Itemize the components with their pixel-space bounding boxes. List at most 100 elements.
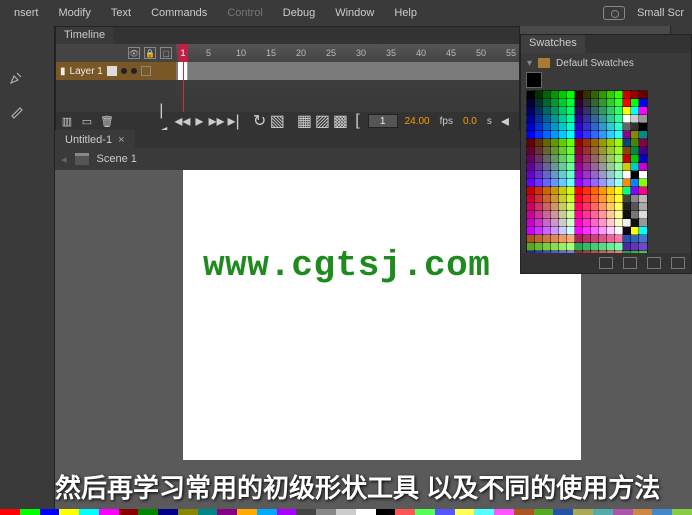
swatch-cell[interactable] bbox=[607, 163, 615, 171]
swatch-cell[interactable] bbox=[535, 243, 543, 251]
swatch-cell[interactable] bbox=[567, 115, 575, 123]
edit-frames-icon[interactable]: ▩ bbox=[333, 114, 347, 128]
swatch-cell[interactable] bbox=[599, 123, 607, 131]
swatch-cell[interactable] bbox=[615, 139, 623, 147]
swatch-cell[interactable] bbox=[535, 107, 543, 115]
swatch-grid[interactable] bbox=[527, 91, 685, 259]
fps-readout[interactable]: 24.00 bbox=[402, 116, 433, 127]
swatch-cell[interactable] bbox=[639, 195, 647, 203]
swatch-cell[interactable] bbox=[535, 155, 543, 163]
step-back-icon[interactable]: ◂◂ bbox=[175, 114, 189, 128]
swatch-cell[interactable] bbox=[527, 163, 535, 171]
swatch-cell[interactable] bbox=[623, 211, 631, 219]
swatch-cell[interactable] bbox=[607, 243, 615, 251]
swatch-cell[interactable] bbox=[567, 155, 575, 163]
swatch-cell[interactable] bbox=[599, 171, 607, 179]
swatch-cell[interactable] bbox=[599, 203, 607, 211]
swatch-new-icon[interactable] bbox=[623, 257, 637, 269]
swatch-cell[interactable] bbox=[623, 235, 631, 243]
menu-commands[interactable]: Commands bbox=[141, 3, 217, 23]
swatch-cell[interactable] bbox=[559, 179, 567, 187]
swatch-cell[interactable] bbox=[551, 139, 559, 147]
swatch-cell[interactable] bbox=[599, 195, 607, 203]
swatch-cell[interactable] bbox=[591, 235, 599, 243]
swatch-cell[interactable] bbox=[639, 187, 647, 195]
swatch-cell[interactable] bbox=[599, 243, 607, 251]
frames-area[interactable] bbox=[176, 62, 519, 112]
menu-insert[interactable]: nsert bbox=[4, 3, 48, 23]
swatch-cell[interactable] bbox=[535, 235, 543, 243]
swatch-cell[interactable] bbox=[583, 99, 591, 107]
swatch-cell[interactable] bbox=[591, 211, 599, 219]
swatch-cell[interactable] bbox=[551, 91, 559, 99]
swatch-cell[interactable] bbox=[639, 139, 647, 147]
swatch-cell[interactable] bbox=[615, 235, 623, 243]
swatch-cell[interactable] bbox=[535, 139, 543, 147]
swatch-cell[interactable] bbox=[567, 163, 575, 171]
swatch-cell[interactable] bbox=[551, 179, 559, 187]
swatch-cell[interactable] bbox=[583, 195, 591, 203]
swatch-cell[interactable] bbox=[599, 107, 607, 115]
swatch-cell[interactable] bbox=[551, 123, 559, 131]
swatch-cell[interactable] bbox=[639, 147, 647, 155]
swatch-cell[interactable] bbox=[591, 187, 599, 195]
swatch-cell[interactable] bbox=[543, 163, 551, 171]
swatch-cell[interactable] bbox=[631, 99, 639, 107]
swatch-cell[interactable] bbox=[607, 107, 615, 115]
swatch-cell[interactable] bbox=[575, 195, 583, 203]
swatch-cell[interactable] bbox=[543, 115, 551, 123]
menu-control[interactable]: Control bbox=[217, 3, 272, 23]
swatch-cell[interactable] bbox=[607, 203, 615, 211]
swatch-cell[interactable] bbox=[527, 227, 535, 235]
swatch-cell[interactable] bbox=[567, 131, 575, 139]
swatch-cell[interactable] bbox=[583, 219, 591, 227]
swatch-cell[interactable] bbox=[639, 107, 647, 115]
swatch-cell[interactable] bbox=[615, 147, 623, 155]
swatch-cell[interactable] bbox=[631, 163, 639, 171]
swatch-cell[interactable] bbox=[591, 179, 599, 187]
swatch-cell[interactable] bbox=[631, 171, 639, 179]
swatch-cell[interactable] bbox=[567, 171, 575, 179]
swatch-cell[interactable] bbox=[559, 235, 567, 243]
swatch-cell[interactable] bbox=[623, 179, 631, 187]
swatch-cell[interactable] bbox=[567, 203, 575, 211]
swatch-cell[interactable] bbox=[615, 171, 623, 179]
playhead[interactable]: 1 bbox=[178, 44, 188, 62]
swatch-cell[interactable] bbox=[527, 179, 535, 187]
swatch-cell[interactable] bbox=[527, 155, 535, 163]
swatch-cell[interactable] bbox=[543, 187, 551, 195]
swatch-cell[interactable] bbox=[607, 171, 615, 179]
disclosure-icon[interactable]: ▾ bbox=[527, 58, 532, 69]
swatch-cell[interactable] bbox=[559, 171, 567, 179]
swatch-cell[interactable] bbox=[527, 187, 535, 195]
new-layer-icon[interactable]: ▥ bbox=[60, 114, 74, 128]
swatch-cell[interactable] bbox=[615, 219, 623, 227]
swatch-cell[interactable] bbox=[639, 99, 647, 107]
swatch-cell[interactable] bbox=[623, 131, 631, 139]
swatch-cell[interactable] bbox=[623, 155, 631, 163]
swatch-cell[interactable] bbox=[567, 195, 575, 203]
menu-window[interactable]: Window bbox=[325, 3, 384, 23]
swatch-cell[interactable] bbox=[583, 139, 591, 147]
scene-name[interactable]: Scene 1 bbox=[97, 153, 137, 165]
swatch-cell[interactable] bbox=[607, 155, 615, 163]
swatch-cell[interactable] bbox=[583, 123, 591, 131]
swatch-cell[interactable] bbox=[551, 187, 559, 195]
swatch-cell[interactable] bbox=[623, 91, 631, 99]
swatch-cell[interactable] bbox=[559, 91, 567, 99]
swatch-cell[interactable] bbox=[567, 219, 575, 227]
swatch-cell[interactable] bbox=[623, 115, 631, 123]
swatch-cell[interactable] bbox=[559, 195, 567, 203]
swatch-cell[interactable] bbox=[567, 235, 575, 243]
swatch-cell[interactable] bbox=[535, 99, 543, 107]
swatch-cell[interactable] bbox=[615, 123, 623, 131]
swatch-cell[interactable] bbox=[623, 147, 631, 155]
swatch-cell[interactable] bbox=[631, 203, 639, 211]
layer-row[interactable]: ▮ Layer 1 bbox=[56, 62, 176, 80]
swatch-cell[interactable] bbox=[607, 139, 615, 147]
swatch-cell[interactable] bbox=[535, 179, 543, 187]
swatch-cell[interactable] bbox=[591, 155, 599, 163]
swatch-cell[interactable] bbox=[591, 203, 599, 211]
swatch-cell[interactable] bbox=[639, 227, 647, 235]
swatch-cell[interactable] bbox=[639, 163, 647, 171]
